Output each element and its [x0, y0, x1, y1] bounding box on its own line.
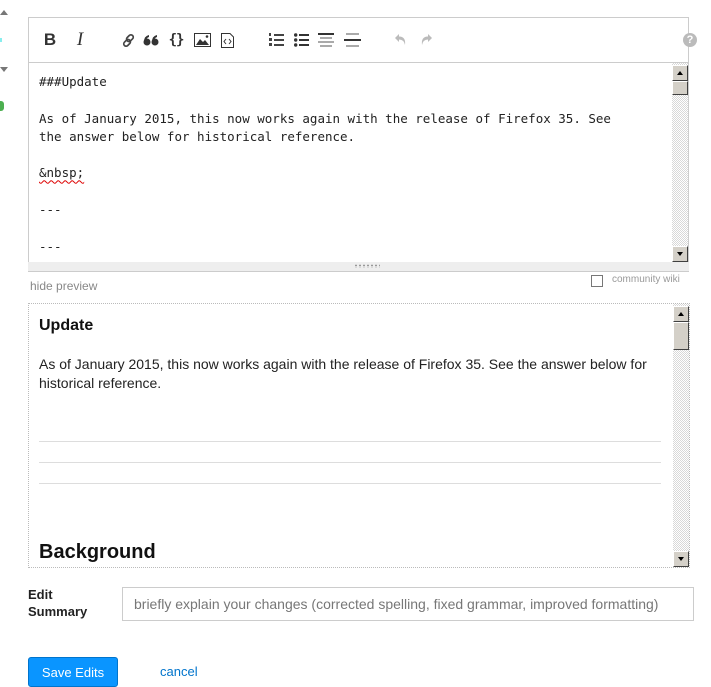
preview-horizontal-rule: [39, 441, 661, 442]
quote-icon: [143, 35, 159, 46]
preview-scrollbar[interactable]: [673, 304, 689, 567]
edit-summary-input[interactable]: [122, 587, 694, 621]
editor-line: ---: [39, 202, 62, 218]
accepted-check-icon: [0, 101, 4, 111]
preview-heading-update: Update: [39, 317, 94, 334]
heading-button[interactable]: [317, 28, 335, 52]
editor-content[interactable]: ###Update As of January 2015, this now w…: [39, 73, 659, 256]
bold-icon: B: [43, 30, 57, 49]
snippet-icon: [220, 32, 234, 48]
arrow-down-icon: [678, 557, 684, 561]
scroll-down-button[interactable]: [672, 246, 688, 262]
undo-button[interactable]: [392, 28, 410, 52]
horizontal-rule-button[interactable]: [343, 28, 361, 52]
vote-count-fragment: [0, 38, 2, 42]
help-icon: ?: [686, 34, 694, 46]
undo-icon: [395, 34, 406, 45]
bulleted-list-icon: [293, 33, 309, 47]
code-braces-icon: {}: [168, 32, 185, 48]
redo-button[interactable]: [417, 28, 435, 52]
preview-horizontal-rule: [39, 483, 661, 484]
horizontal-rule-icon: [343, 33, 361, 47]
preview-horizontal-rule: [39, 462, 661, 463]
edit-summary-label-line2: Summary: [28, 604, 88, 619]
editor-line-misspelled: &nbsp;: [39, 165, 85, 181]
snippet-button[interactable]: [218, 28, 236, 52]
upvote-arrow-icon[interactable]: [0, 10, 8, 15]
arrow-up-icon: [678, 312, 684, 316]
markdown-editor[interactable]: ###Update As of January 2015, this now w…: [28, 62, 689, 263]
heading-icon: [318, 33, 334, 47]
editor-resize-grip[interactable]: [28, 262, 689, 272]
help-button[interactable]: ?: [683, 33, 697, 47]
image-icon: [193, 33, 211, 47]
arrow-up-icon: [677, 71, 683, 75]
editor-line: ###Update: [39, 74, 107, 89]
bold-button[interactable]: B: [41, 28, 59, 52]
save-edits-button[interactable]: Save Edits: [28, 657, 118, 687]
scroll-thumb[interactable]: [673, 322, 689, 350]
editor-toolbar: B I {}: [28, 17, 689, 63]
bulleted-list-button[interactable]: [292, 28, 310, 52]
edit-summary-label: Edit Summary: [28, 586, 108, 620]
ordered-list-icon: [268, 33, 284, 46]
link-button[interactable]: [119, 28, 137, 52]
editor-line: ---: [39, 238, 62, 254]
community-wiki-checkbox[interactable]: [591, 275, 603, 287]
blockquote-button[interactable]: [142, 28, 160, 52]
scroll-thumb[interactable]: [672, 81, 688, 95]
scroll-up-button[interactable]: [673, 306, 689, 322]
code-button[interactable]: {}: [167, 28, 185, 52]
hide-preview-link[interactable]: hide preview: [30, 279, 97, 293]
editor-scrollbar[interactable]: [672, 63, 688, 262]
italic-button[interactable]: I: [71, 28, 89, 52]
preview-heading-background: Background: [39, 541, 156, 563]
edit-summary-label-line1: Edit: [28, 587, 53, 602]
editor-line: As of January 2015, this now works again…: [39, 110, 611, 126]
cancel-link[interactable]: cancel: [160, 664, 198, 679]
downvote-arrow-icon[interactable]: [0, 67, 8, 72]
link-icon: [122, 33, 134, 47]
grip-dots-icon: [354, 264, 380, 268]
community-wiki-label[interactable]: community wiki: [612, 274, 680, 285]
scroll-down-button[interactable]: [673, 551, 689, 567]
scroll-up-button[interactable]: [672, 65, 688, 81]
markdown-preview: Update As of January 2015, this now work…: [28, 303, 690, 568]
italic-icon: I: [76, 29, 84, 50]
ordered-list-button[interactable]: [267, 28, 285, 52]
image-button[interactable]: [192, 28, 212, 52]
editor-line: the answer below for historical referenc…: [39, 128, 356, 144]
redo-icon: [421, 34, 432, 45]
arrow-down-icon: [677, 252, 683, 256]
preview-paragraph: As of January 2015, this now works again…: [39, 356, 647, 391]
